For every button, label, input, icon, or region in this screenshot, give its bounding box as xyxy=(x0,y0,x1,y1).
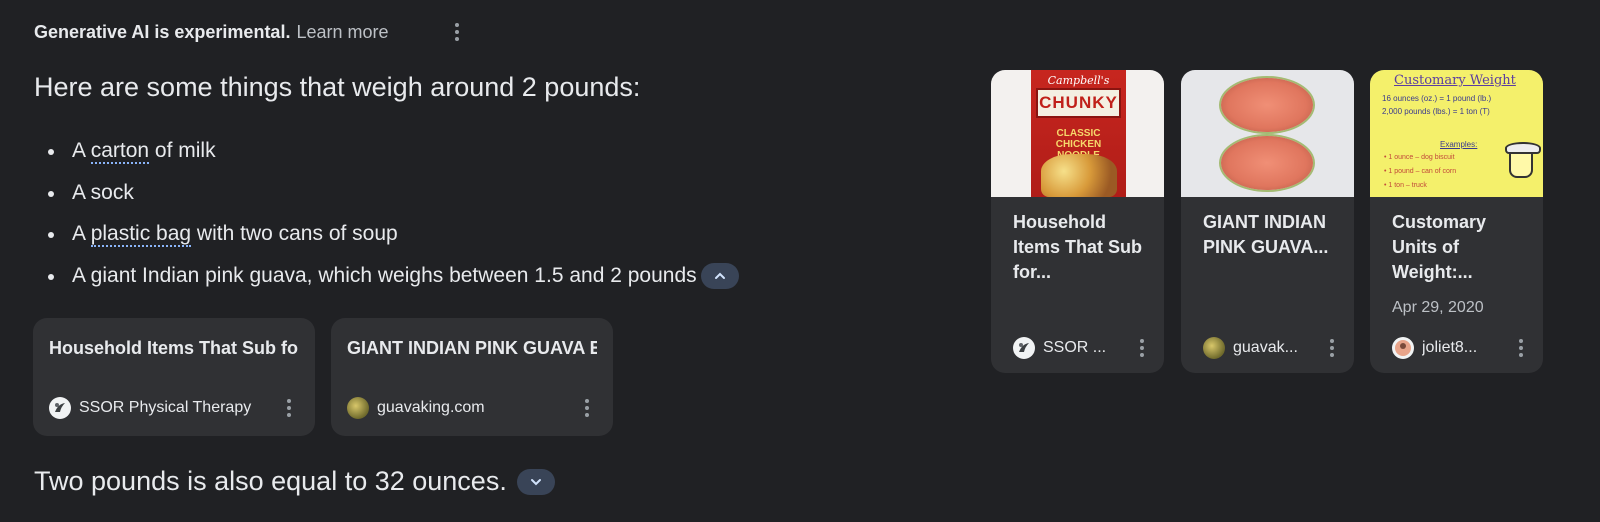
experimental-notice: Generative AI is experimental. Learn mor… xyxy=(34,22,459,43)
list-item: A sock xyxy=(46,178,739,220)
list-item-text: A giant Indian pink guava, which weighs … xyxy=(72,263,697,287)
collapse-sources-button[interactable] xyxy=(700,262,739,289)
list-item-text: A sock xyxy=(72,180,134,204)
image-card-title: Customary Units of Weight:... xyxy=(1392,212,1487,282)
image-card-title: GIANT INDIAN PINK GUAVA... xyxy=(1203,212,1329,257)
answer-list: A carton of milk A sock A plastic bag wi… xyxy=(46,136,739,302)
card-options-icon[interactable] xyxy=(1511,336,1531,360)
joliet-favicon-icon xyxy=(1392,337,1414,359)
guava-image xyxy=(1181,70,1354,197)
list-item-text: A xyxy=(72,139,91,162)
card-options-icon[interactable] xyxy=(1132,336,1152,360)
card-options-icon[interactable] xyxy=(1322,336,1342,360)
ssor-favicon-icon xyxy=(1013,337,1035,359)
scale-icon xyxy=(1505,142,1541,178)
expand-button[interactable] xyxy=(516,468,555,495)
learn-more-link[interactable]: Learn more xyxy=(296,22,388,43)
chevron-down-icon xyxy=(530,478,541,485)
weight-chart-line: 2,000 pounds (lbs.) = 1 ton (T) xyxy=(1382,107,1490,116)
source-name: SSOR Physical Therapy xyxy=(79,399,252,416)
more-options-icon[interactable] xyxy=(447,20,467,44)
image-card[interactable]: Customary Weight 16 ounces (oz.) = 1 pou… xyxy=(1370,70,1543,373)
answer-headline: Here are some things that weigh around 2… xyxy=(34,72,641,102)
answer-footer: Two pounds is also equal to 32 ounces. xyxy=(34,466,555,497)
soup-brand-text: Campbell's xyxy=(1047,74,1110,87)
list-item: A giant Indian pink guava, which weighs … xyxy=(46,261,739,303)
carton-definition-link[interactable]: carton xyxy=(90,139,150,164)
source-name: SSOR ... xyxy=(1043,339,1107,356)
source-name: guavaking.com xyxy=(377,399,485,416)
chevron-up-icon xyxy=(714,272,725,279)
image-card[interactable]: GIANT INDIAN PINK GUAVA... guavak... xyxy=(1181,70,1354,373)
weight-chart-image: Customary Weight 16 ounces (oz.) = 1 pou… xyxy=(1370,70,1543,197)
image-card-date: Apr 29, 2020 xyxy=(1392,299,1484,316)
source-options-icon[interactable] xyxy=(577,396,597,420)
image-card[interactable]: Campbell's CHUNKY CLASSIC CHICKEN NOODLE… xyxy=(991,70,1164,373)
list-item: A carton of milk xyxy=(46,136,739,178)
list-item: A plastic bag with two cans of soup xyxy=(46,219,739,261)
list-item-text: of milk xyxy=(149,139,216,162)
source-name: joliet8... xyxy=(1422,339,1478,356)
weight-chart-example: • 1 pound – can of corn xyxy=(1384,168,1457,175)
source-card-title: Household Items That Sub for Weights - S… xyxy=(49,338,299,358)
plastic-bag-definition-link[interactable]: plastic bag xyxy=(90,222,192,247)
weight-chart-title: Customary Weight xyxy=(1394,73,1516,88)
experimental-label: Generative AI is experimental. xyxy=(34,22,291,42)
guava-favicon-icon xyxy=(1203,337,1225,359)
guava-favicon-icon xyxy=(347,397,369,419)
source-options-icon[interactable] xyxy=(279,396,299,420)
list-item-text: A xyxy=(72,222,91,245)
source-card[interactable]: Household Items That Sub for Weights - S… xyxy=(33,318,315,436)
list-item-text: with two cans of soup xyxy=(191,222,398,245)
weight-chart-examples: Examples: xyxy=(1440,140,1478,149)
source-name: guavak... xyxy=(1233,339,1298,356)
soup-name-text: CHUNKY xyxy=(1036,88,1121,118)
source-card-title: GIANT INDIAN PINK GUAVA EXTREMELY RARE F… xyxy=(347,338,597,358)
source-card[interactable]: GIANT INDIAN PINK GUAVA EXTREMELY RARE F… xyxy=(331,318,613,436)
weight-chart-line: 16 ounces (oz.) = 1 pound (lb.) xyxy=(1382,94,1492,103)
soup-can-image: Campbell's CHUNKY CLASSIC CHICKEN NOODLE xyxy=(991,70,1164,197)
image-card-title: Household Items That Sub for... xyxy=(1013,212,1143,282)
weight-chart-example: • 1 ton – truck xyxy=(1384,182,1427,189)
weight-chart-example: • 1 ounce – dog biscuit xyxy=(1384,154,1455,161)
footer-text: Two pounds is also equal to 32 ounces. xyxy=(34,466,507,496)
ssor-favicon-icon xyxy=(49,397,71,419)
